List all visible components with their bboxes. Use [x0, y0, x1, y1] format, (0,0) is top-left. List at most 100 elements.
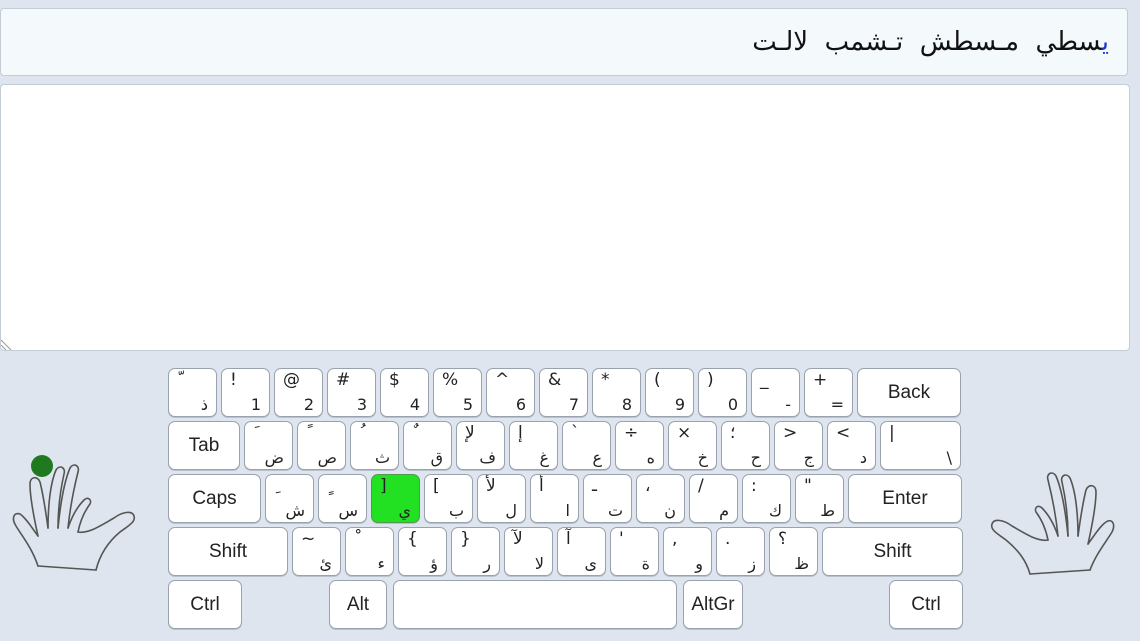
key-base-char: 7 [568, 395, 579, 414]
key-base-char: 6 [515, 395, 526, 414]
key-label: Enter [882, 487, 928, 509]
key-shift-char: ` [571, 423, 580, 443]
key-base-char: ة [641, 554, 650, 573]
key-a[interactable]: ِش [265, 474, 314, 523]
key-m[interactable]: ' ة [610, 527, 659, 576]
key-shift-char: آ [566, 529, 571, 549]
key-quote[interactable]: " ط [795, 474, 844, 523]
key-5[interactable]: % 5 [433, 368, 482, 417]
key-base-char: ن [664, 501, 676, 520]
key-equals[interactable]: + = [804, 368, 853, 417]
key-base-char: 9 [674, 395, 685, 414]
key-altgr[interactable]: AltGr [683, 580, 743, 629]
key-backtick[interactable]: ّذ [168, 368, 217, 417]
key-j[interactable]: ـت [583, 474, 632, 523]
key-rbracket[interactable]: < د [827, 421, 876, 470]
key-h[interactable]: أا [530, 474, 579, 523]
key-shift-char: _ [760, 370, 769, 390]
key-base-char: ض [264, 448, 284, 467]
key-ctrl-right[interactable]: Ctrl [889, 580, 963, 629]
key-7[interactable]: & 7 [539, 368, 588, 417]
key-o[interactable]: × خ [668, 421, 717, 470]
key-shift-char: & [548, 370, 562, 390]
key-shift-char: $ [389, 370, 400, 390]
key-shift-char: * [601, 370, 610, 390]
key-base-char: ص [317, 448, 337, 467]
key-slash[interactable]: ؟ ظ [769, 527, 818, 576]
key-base-char: ب [448, 501, 464, 520]
key-base-char: ؤ [430, 554, 438, 573]
key-e[interactable]: ُث [350, 421, 399, 470]
key-u[interactable]: ` ع [562, 421, 611, 470]
key-semicolon[interactable]: :ك [742, 474, 791, 523]
key-backslash[interactable]: | \ [880, 421, 961, 470]
key-space[interactable] [393, 580, 677, 629]
key-f[interactable]: [ب [424, 474, 473, 523]
key-period[interactable]: .ز [716, 527, 765, 576]
key-p[interactable]: ؛ ح [721, 421, 770, 470]
key-shift-char: ÷ [624, 423, 639, 443]
key-shift-left[interactable]: Shift [168, 527, 288, 576]
key-s[interactable]: ٍس [318, 474, 367, 523]
key-minus[interactable]: _ - [751, 368, 800, 417]
key-4[interactable]: $4 [380, 368, 429, 417]
key-caps[interactable]: Caps [168, 474, 261, 523]
key-d[interactable]: ] ي [371, 474, 420, 523]
key-n[interactable]: آى [557, 527, 606, 576]
key-back[interactable]: Back [857, 368, 961, 417]
key-z[interactable]: ~ ئ [292, 527, 341, 576]
key-base-char: ر [483, 554, 491, 573]
key-base-char: = [830, 395, 844, 414]
key-base-char: ى [584, 554, 597, 573]
key-g[interactable]: لأ ل [477, 474, 526, 523]
key-alt[interactable]: Alt [329, 580, 387, 629]
key-y[interactable]: إغ [509, 421, 558, 470]
key-9[interactable]: (9 [645, 368, 694, 417]
key-shift-char: أ [539, 476, 544, 496]
key-label: Shift [873, 540, 912, 562]
key-8[interactable]: * 8 [592, 368, 641, 417]
key-k[interactable]: ، ن [636, 474, 685, 523]
key-base-char: ق [430, 448, 443, 467]
key-base-char: ه [646, 448, 655, 467]
key-base-char: س [338, 501, 358, 520]
key-b[interactable]: لآ لا [504, 527, 553, 576]
key-t[interactable]: لإ ف [456, 421, 505, 470]
key-label: Alt [346, 593, 370, 615]
key-base-char: ط [820, 501, 835, 520]
key-lbracket[interactable]: > ج [774, 421, 823, 470]
key-6[interactable]: ^ 6 [486, 368, 535, 417]
key-l[interactable]: / م [689, 474, 738, 523]
key-label: Ctrl [911, 593, 941, 615]
key-shift-char: لآ [513, 529, 523, 549]
key-shift-char: @ [283, 370, 300, 390]
key-base-char: ئ [319, 554, 332, 573]
key-x[interactable]: ْء [345, 527, 394, 576]
key-3[interactable]: #3 [327, 368, 376, 417]
key-v[interactable]: } ر [451, 527, 500, 576]
key-0[interactable]: ) 0 [698, 368, 747, 417]
key-1[interactable]: ! 1 [221, 368, 270, 417]
key-base-char: ي [398, 501, 411, 520]
key-shift-char: + [813, 370, 828, 390]
key-q[interactable]: َض [244, 421, 293, 470]
key-ctrl-left[interactable]: Ctrl [168, 580, 242, 629]
key-shift-char: ! [230, 370, 237, 390]
key-tab[interactable]: Tab [168, 421, 240, 470]
key-shift-right[interactable]: Shift [822, 527, 963, 576]
key-i[interactable]: ÷ ه [615, 421, 664, 470]
key-base-char: \ [946, 448, 952, 467]
key-w[interactable]: ًص [297, 421, 346, 470]
key-enter[interactable]: Enter [848, 474, 962, 523]
key-2[interactable]: @2 [274, 368, 323, 417]
key-shift-char: ( [654, 370, 661, 390]
key-base-char: 2 [303, 395, 314, 414]
key-comma[interactable]: ,و [663, 527, 712, 576]
key-c[interactable]: {ؤ [398, 527, 447, 576]
key-base-char: - [785, 395, 791, 414]
key-label: Shift [208, 540, 248, 562]
key-base-char: ج [803, 448, 814, 467]
key-base-char: و [695, 554, 703, 573]
key-shift-char: } [460, 529, 471, 549]
key-r[interactable]: ٌق [403, 421, 452, 470]
